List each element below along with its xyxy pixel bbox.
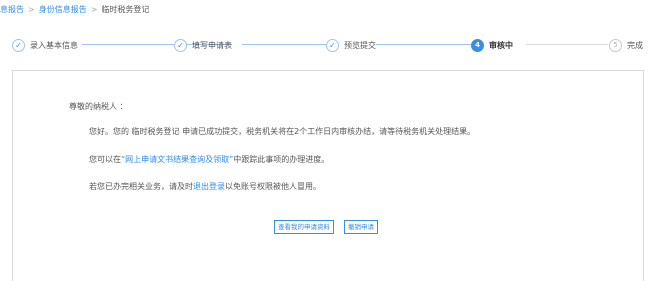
step-number-icon: 4 — [471, 38, 484, 52]
step-label: 录入基本信息 — [30, 40, 78, 50]
breadcrumb-separator: > — [90, 5, 98, 14]
result-panel: 尊敬的纳税人 ： 您好。您的 临时税务登记 申请已成功提交，税务机关将在2个工作… — [12, 70, 644, 281]
breadcrumb-separator: > — [28, 5, 35, 14]
breadcrumb: 息报告 > 身份信息报告 > 临时税务登记 — [0, 4, 149, 16]
text: 若您已办完相关业务，请及时 — [89, 182, 193, 191]
step-preview-submit: ✓ 预览提交 — [326, 37, 376, 53]
view-application-button[interactable]: 查看我的申请资料 — [274, 220, 334, 234]
text: 您可以在 — [89, 155, 121, 164]
step-basic-info: ✓ 录入基本信息 — [12, 37, 78, 53]
step-label: 完成 — [627, 40, 643, 50]
logout-link[interactable]: 退出登录 — [193, 182, 225, 191]
step-under-review: 4 审核中 — [471, 37, 513, 53]
breadcrumb-item-info-report[interactable]: 息报告 — [0, 5, 24, 14]
greeting: 尊敬的纳税人 ： — [69, 102, 128, 111]
progress-steps: ✓ 录入基本信息 ✓ 填写申请表 ✓ 预览提交 4 审核中 5 完成 — [12, 37, 656, 53]
text: 以免账号权限被他人冒用。 — [225, 182, 321, 191]
withdraw-application-button[interactable]: 撤销申请 — [344, 220, 378, 234]
step-connector — [376, 44, 472, 45]
check-icon: ✓ — [12, 38, 25, 52]
query-results-link[interactable]: “网上申请文书结果查询及领取” — [121, 155, 233, 164]
step-application-form: ✓ 填写申请表 — [174, 37, 232, 53]
check-icon: ✓ — [326, 38, 339, 52]
step-complete: 5 完成 — [609, 37, 643, 53]
step-number-icon: 5 — [609, 38, 622, 52]
notice-paragraph: 若您已办完相关业务，请及时退出登录以免账号权限被他人冒用。 — [89, 182, 321, 192]
notice-paragraph: 您好。您的 临时税务登记 申请已成功提交，税务机关将在2个工作日内审核办结，请等… — [89, 127, 476, 136]
step-label: 预览提交 — [344, 40, 376, 50]
step-connector — [526, 44, 608, 45]
notice-paragraph: 您可以在“网上申请文书结果查询及领取”中跟踪此事项的办理进度。 — [89, 155, 329, 165]
breadcrumb-current: 临时税务登记 — [101, 5, 150, 14]
check-icon: ✓ — [174, 38, 187, 52]
text: 中跟踪此事项的办理进度。 — [233, 155, 330, 164]
breadcrumb-item-identity-report[interactable]: 身份信息报告 — [39, 5, 87, 14]
step-connector — [242, 44, 328, 45]
action-buttons: 查看我的申请资料 撤销申请 — [274, 220, 378, 234]
step-label: 填写申请表 — [192, 40, 232, 50]
step-label: 审核中 — [489, 40, 513, 50]
